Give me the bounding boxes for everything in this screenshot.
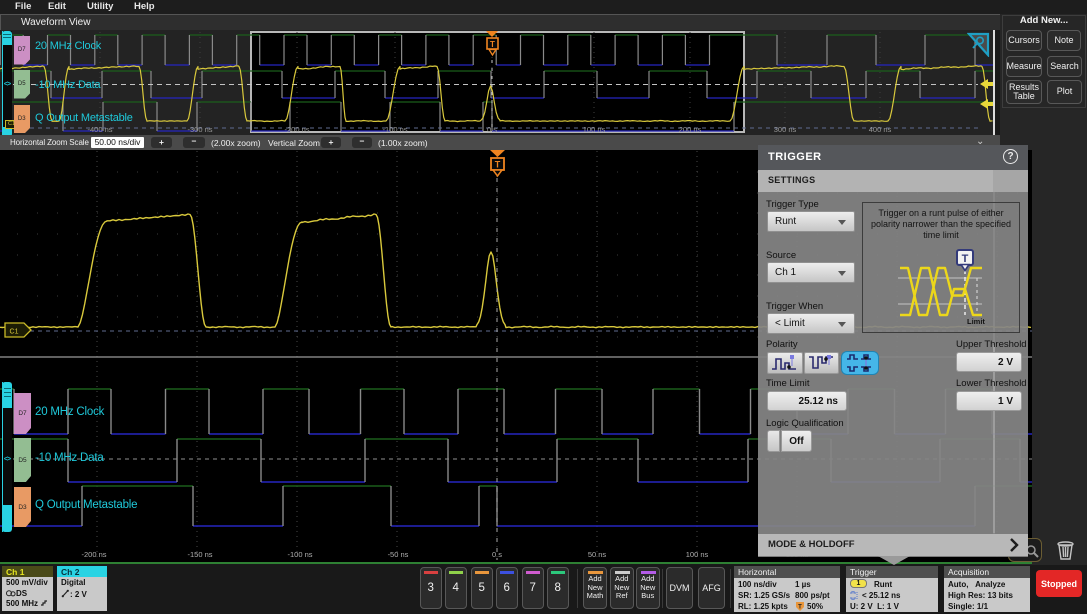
svg-text:C1: C1	[10, 329, 19, 336]
svg-text:T: T	[495, 160, 501, 170]
svg-text:Limit: Limit	[967, 317, 985, 326]
svg-text:T: T	[798, 605, 802, 611]
svg-text:T: T	[490, 40, 495, 49]
svg-text:T: T	[962, 253, 969, 265]
